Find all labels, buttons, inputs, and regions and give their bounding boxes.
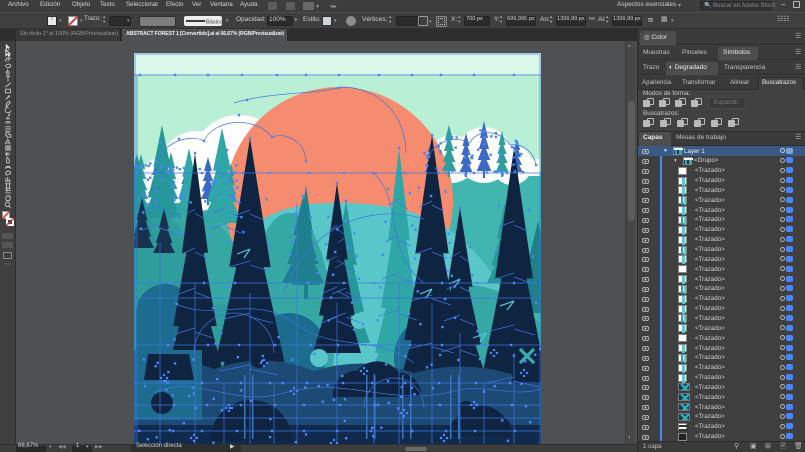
svg-text:Básico: Básico <box>206 19 222 25</box>
